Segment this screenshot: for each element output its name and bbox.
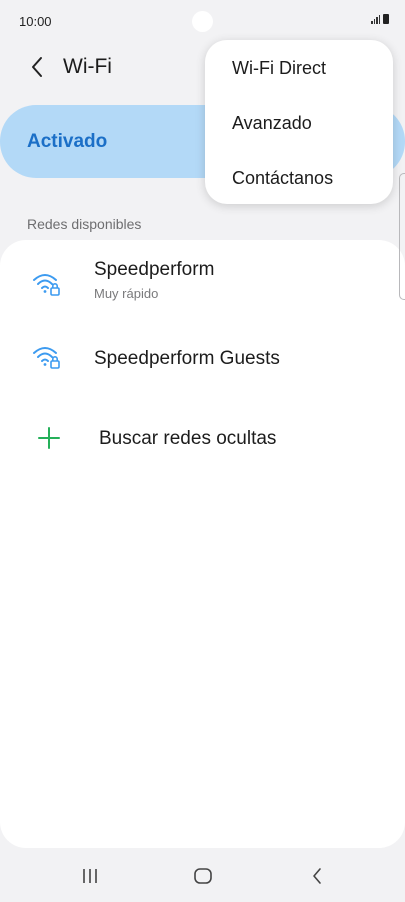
available-networks-label: Redes disponibles — [27, 216, 142, 232]
master-switch-label: Activado — [27, 131, 108, 152]
wifi-locked-icon — [33, 347, 60, 369]
status-time: 10:00 — [19, 14, 52, 29]
signal-icon — [371, 14, 380, 24]
home-button[interactable] — [188, 864, 218, 888]
status-bar: 10:00 — [0, 0, 405, 44]
networks-card: Speedperform Muy rápido Speedperform Gue… — [0, 240, 405, 848]
home-icon — [194, 868, 212, 884]
page-title: Wi-Fi — [63, 55, 112, 78]
network-name: Speedperform Guests — [94, 348, 280, 369]
back-button[interactable] — [22, 52, 52, 82]
back-icon — [313, 868, 321, 884]
plus-icon — [38, 427, 60, 449]
navigation-bar — [0, 850, 405, 902]
overflow-menu: Wi-Fi Direct Avanzado Contáctanos — [205, 40, 393, 204]
menu-item-wifi-direct[interactable]: Wi-Fi Direct — [205, 40, 393, 94]
recent-apps-button[interactable] — [75, 864, 105, 888]
menu-item-label: Avanzado — [232, 113, 312, 133]
menu-item-label: Wi-Fi Direct — [232, 58, 326, 78]
camera-cutout — [192, 11, 213, 32]
network-speed: Muy rápido — [94, 286, 159, 301]
network-item-speedperform-guests[interactable]: Speedperform Guests — [0, 324, 405, 394]
wifi-locked-icon — [33, 274, 60, 296]
menu-item-contactanos[interactable]: Contáctanos — [205, 150, 393, 204]
menu-item-label: Contáctanos — [232, 168, 334, 188]
status-icons — [371, 14, 389, 24]
network-name: Speedperform — [94, 259, 215, 280]
wifi-settings-screen: 10:00 Wi-Fi Activado Redes disponibles S… — [0, 0, 405, 902]
menu-item-avanzado[interactable]: Avanzado — [205, 95, 393, 149]
network-item-speedperform[interactable]: Speedperform Muy rápido — [0, 248, 405, 318]
recent-apps-icon — [83, 869, 97, 883]
chevron-left-icon — [32, 57, 42, 77]
add-hidden-network-label: Buscar redes ocultas — [99, 428, 277, 449]
add-hidden-network-row[interactable]: Buscar redes ocultas — [0, 404, 405, 474]
scroll-indicator[interactable] — [399, 173, 405, 300]
nav-back-button[interactable] — [302, 864, 332, 888]
battery-icon — [383, 14, 389, 24]
